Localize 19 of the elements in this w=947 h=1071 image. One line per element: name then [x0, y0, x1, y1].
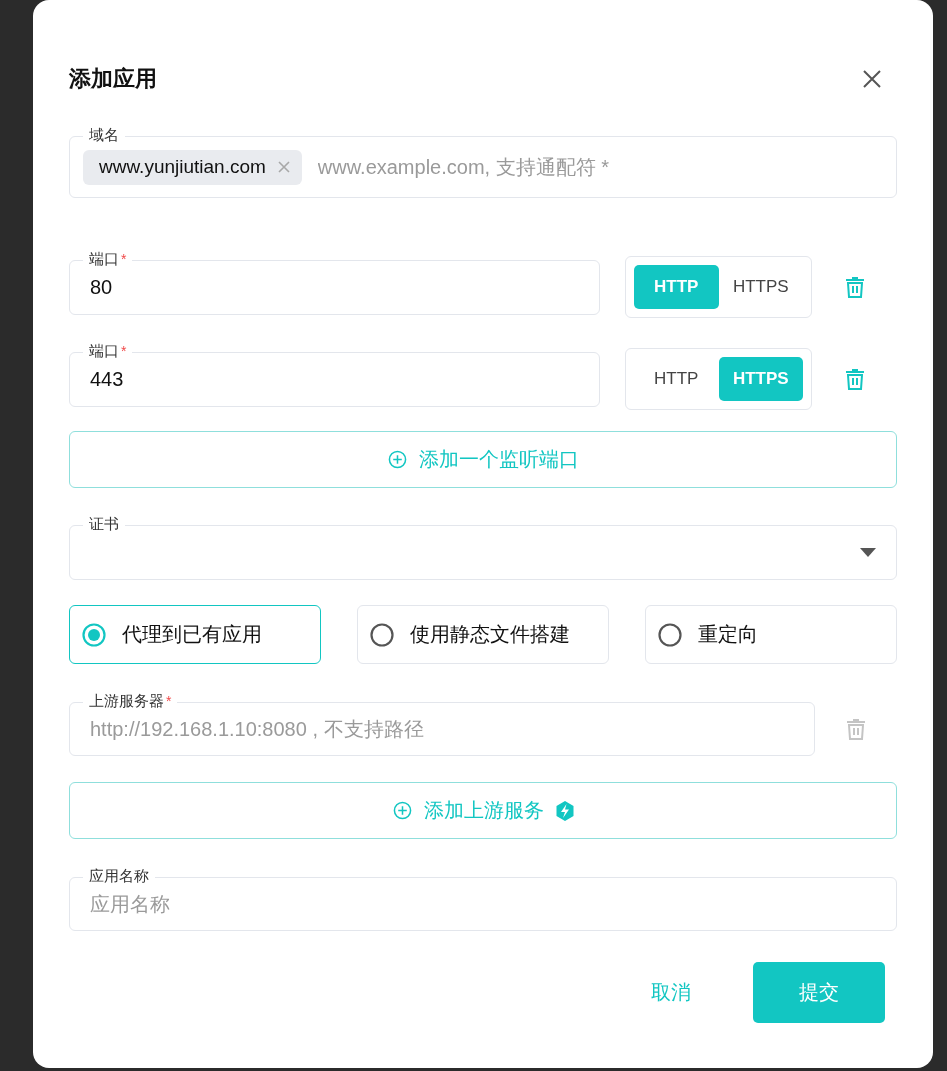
dialog-title: 添加应用: [69, 65, 157, 93]
radio-button[interactable]: [370, 622, 394, 647]
plus-circle-icon: [387, 450, 407, 469]
mode-option[interactable]: 使用静态文件搭建: [357, 605, 609, 664]
mode-option[interactable]: 重定向: [645, 605, 897, 664]
dropdown-caret-icon: [860, 548, 876, 557]
lightning-badge-icon: [555, 800, 574, 821]
domain-input[interactable]: www.example.com, 支持通配符 *: [317, 155, 876, 179]
mode-option[interactable]: 代理到已有应用: [69, 605, 321, 664]
protocol-option[interactable]: HTTPS: [718, 265, 803, 309]
field-label: 证书: [89, 515, 119, 533]
plus-circle-icon: [392, 801, 412, 820]
radio-button[interactable]: [82, 622, 106, 647]
radio-button[interactable]: [658, 622, 682, 647]
trash-icon[interactable]: [844, 276, 865, 298]
protocol-option[interactable]: HTTP: [634, 357, 719, 401]
close-icon[interactable]: [863, 70, 881, 88]
domain-tag: www.yunjiutian.com: [83, 149, 302, 185]
trash-icon[interactable]: [844, 368, 865, 390]
